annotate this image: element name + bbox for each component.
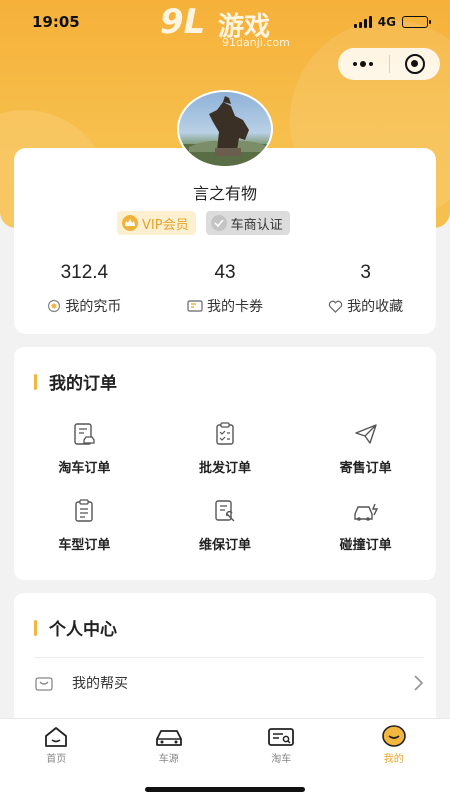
verified-icon bbox=[210, 215, 227, 231]
wholesale-clipboard-icon bbox=[216, 422, 234, 445]
crown-icon bbox=[122, 215, 138, 231]
badge-row: VIP会员 车商认证 bbox=[117, 211, 290, 235]
orders-section-title: 我的订单 bbox=[34, 369, 117, 394]
stat-value: 3 bbox=[360, 262, 371, 283]
profile-face-icon bbox=[381, 725, 406, 747]
more-dots-icon bbox=[353, 61, 374, 67]
tab-search-car[interactable]: 淘车 bbox=[225, 719, 338, 769]
orders-card: 我的订单 淘车订单 批发订单 寄售订单 车型订单 维保订单 碰撞订单 bbox=[14, 347, 436, 580]
coin-icon bbox=[48, 299, 61, 313]
car-icon bbox=[155, 730, 182, 746]
order-item-wholesale[interactable]: 批发订单 bbox=[155, 421, 296, 476]
coupon-icon bbox=[187, 300, 203, 312]
tab-mine[interactable]: 我的 bbox=[338, 719, 450, 769]
title-accent-bar bbox=[34, 373, 37, 390]
stat-favorites[interactable]: 3 我的收藏 bbox=[295, 262, 436, 316]
vip-badge-label: VIP会员 bbox=[142, 217, 189, 233]
personal-section-title: 个人中心 bbox=[34, 615, 117, 640]
signal-icon bbox=[353, 16, 372, 28]
stats-row: 312.4 我的究币 43 我的卡券 3 我的收藏 bbox=[14, 262, 436, 316]
send-plane-icon bbox=[354, 424, 377, 444]
orders-grid: 淘车订单 批发订单 寄售订单 车型订单 维保订单 碰撞订单 bbox=[14, 421, 436, 553]
bottom-tab-bar: 首页 车源 淘车 我的 bbox=[0, 718, 450, 800]
order-item-model[interactable]: 车型订单 bbox=[14, 498, 155, 553]
home-indicator[interactable] bbox=[145, 787, 305, 792]
more-button[interactable] bbox=[338, 48, 389, 80]
car-order-icon bbox=[74, 423, 95, 445]
stat-label: 我的究币 bbox=[65, 299, 122, 315]
profile-card: 言之有物 VIP会员 车商认证 312.4 我的究币 43 我的卡券 3 我的收… bbox=[14, 148, 436, 334]
maintenance-icon bbox=[215, 500, 235, 522]
miniprogram-capsule bbox=[338, 48, 440, 80]
personal-center-card: 个人中心 我的帮买 bbox=[14, 593, 436, 733]
dealer-badge-label: 车商认证 bbox=[230, 217, 283, 233]
stat-value: 312.4 bbox=[60, 262, 109, 283]
chevron-right-icon bbox=[414, 674, 424, 691]
order-item-maintenance[interactable]: 维保订单 bbox=[155, 498, 296, 553]
avatar[interactable] bbox=[177, 90, 273, 168]
heart-icon bbox=[328, 300, 343, 313]
basket-icon bbox=[35, 676, 53, 691]
watermark-logo: 9L 游戏 91danji.com bbox=[160, 2, 290, 49]
title-accent-bar bbox=[34, 619, 37, 636]
vip-badge[interactable]: VIP会员 bbox=[117, 211, 196, 235]
collision-car-icon bbox=[353, 503, 378, 521]
menu-item-help-buy[interactable]: 我的帮买 bbox=[34, 657, 424, 707]
network-label: 4G bbox=[377, 15, 396, 29]
close-target-icon bbox=[404, 54, 425, 74]
stat-label: 我的收藏 bbox=[347, 299, 404, 315]
tab-home[interactable]: 首页 bbox=[0, 719, 113, 769]
battery-icon bbox=[402, 16, 431, 28]
home-icon bbox=[45, 727, 68, 747]
order-item-collision[interactable]: 碰撞订单 bbox=[295, 498, 436, 553]
stat-coupons[interactable]: 43 我的卡券 bbox=[155, 262, 296, 316]
close-button[interactable] bbox=[390, 48, 441, 80]
tab-car-source[interactable]: 车源 bbox=[113, 719, 226, 769]
username: 言之有物 bbox=[192, 184, 257, 203]
search-car-icon bbox=[268, 728, 295, 746]
menu-item-label: 我的帮买 bbox=[72, 675, 128, 692]
order-item-consign[interactable]: 寄售订单 bbox=[295, 421, 436, 476]
status-time: 19:05 bbox=[32, 13, 80, 31]
stat-coins[interactable]: 312.4 我的究币 bbox=[14, 262, 155, 316]
stat-value: 43 bbox=[214, 262, 236, 283]
model-clipboard-icon bbox=[75, 499, 94, 522]
stat-label: 我的卡券 bbox=[207, 299, 263, 315]
order-item-car[interactable]: 淘车订单 bbox=[14, 421, 155, 476]
status-indicators: 4G bbox=[353, 15, 431, 29]
dealer-certification-badge[interactable]: 车商认证 bbox=[205, 211, 290, 235]
